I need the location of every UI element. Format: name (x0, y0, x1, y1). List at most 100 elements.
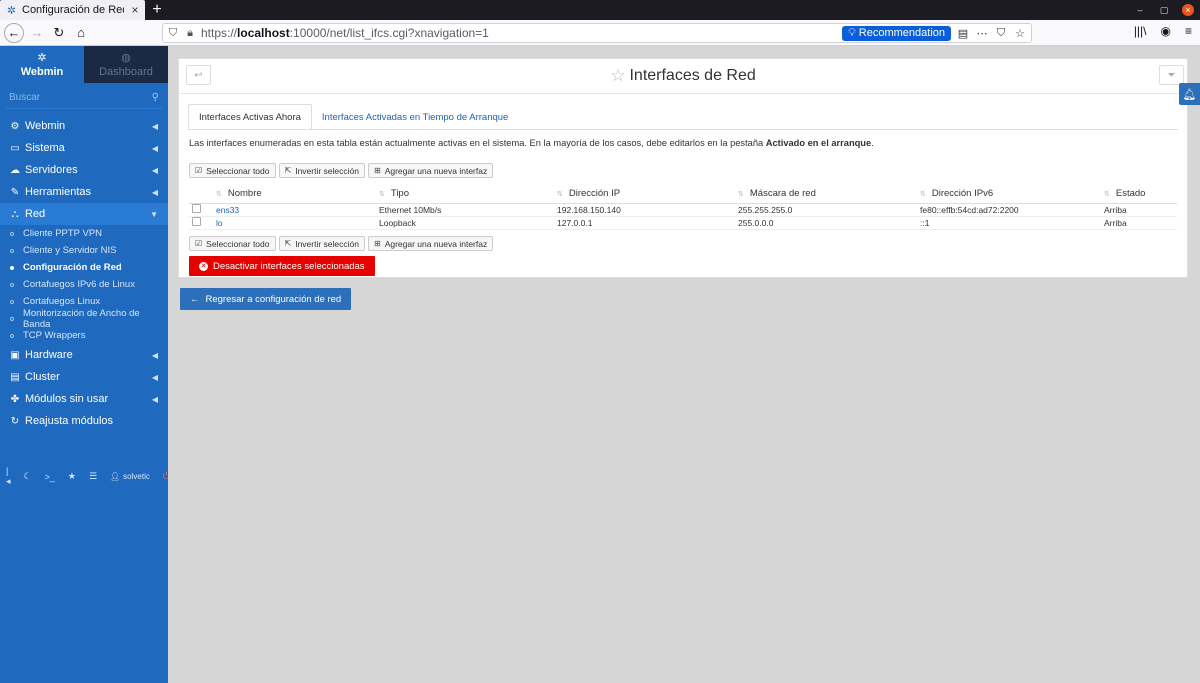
collapse-sidebar-icon[interactable]: |◂ (6, 466, 11, 487)
sidebar-subitem-firewall-ipv6[interactable]: Cortafuegos IPv6 de Linux (0, 276, 168, 293)
sort-icon: ⇅ (738, 191, 744, 199)
url-text[interactable]: https://localhost:10000/net/list_ifcs.cg… (201, 26, 837, 40)
add-interface-button[interactable]: ⊞ Agregar una nueva interfaz (367, 236, 494, 251)
forward-icon[interactable]: → (26, 22, 48, 44)
invert-selection-button[interactable]: ⇱ Invertir selección (278, 236, 365, 251)
filter-icon[interactable]: ⏷ (1159, 65, 1184, 85)
account-icon[interactable]: ◉ (1161, 24, 1171, 38)
search-input[interactable] (6, 92, 152, 103)
interface-link[interactable]: ens33 (216, 205, 239, 215)
sidebar-item-cluster[interactable]: ▤ Cluster ◀ (0, 366, 168, 388)
night-mode-icon[interactable]: ☾ (24, 471, 32, 482)
interface-link[interactable]: lo (216, 218, 223, 228)
sidebar-item-unused-modules[interactable]: ✤ Módulos sin usar ◀ (0, 388, 168, 410)
favorite-star-icon[interactable]: ☆ (610, 66, 625, 86)
bullet-icon (10, 282, 14, 287)
back-icon[interactable]: ← (4, 22, 24, 43)
user-icon: 👤︎ (110, 472, 121, 481)
shield-icon[interactable]: ⛉ (167, 27, 179, 40)
recommendation-button[interactable]: 💡︎ Recommendation (842, 25, 951, 41)
mask-cell: 255.0.0.0 (738, 216, 920, 230)
tab-dashboard[interactable]: ◍ Dashboard (84, 46, 168, 83)
state-cell: Arriba (1104, 203, 1177, 217)
add-interface-button[interactable]: ⊞ Agregar una nueva interfaz (367, 163, 494, 178)
search-icon[interactable]: ⚲ (152, 92, 162, 103)
sidebar-switcher: ✲ Webmin ◍ Dashboard (0, 46, 168, 83)
invert-selection-button[interactable]: ⇱ Invertir selección (278, 163, 365, 178)
notifications-bell-icon[interactable]: 🔔︎ (1179, 83, 1200, 105)
user-link[interactable]: 👤︎ solvetic (110, 472, 150, 481)
url-path: :10000/net/list_ifcs.cgi?xnavigation=1 (289, 26, 489, 40)
sidebar-subitem-tcp-wrappers[interactable]: TCP Wrappers (0, 327, 168, 344)
sidebar-subitem-bandwidth[interactable]: Monitorización de Ancho de Banda (0, 308, 168, 330)
column-header-estado[interactable]: ⇅ Estado (1104, 185, 1177, 204)
row-checkbox[interactable] (192, 217, 201, 226)
webmin-favicon-icon: ✲ (6, 4, 17, 17)
column-header-tipo[interactable]: ⇅ Tipo (379, 185, 557, 204)
url-bar[interactable]: ⛉ 🔒︎ https://localhost:10000/net/list_if… (162, 23, 1032, 43)
minimize-icon[interactable]: – (1134, 4, 1146, 16)
settings-sliders-icon[interactable]: ☰ (89, 471, 97, 482)
home-icon[interactable]: ⌂ (70, 22, 92, 44)
tab-active-interfaces[interactable]: Interfaces Activas Ahora (188, 104, 312, 130)
network-icon: ⛬ (11, 208, 19, 220)
sidebar-subitem-nis[interactable]: Cliente y Servidor NIS (0, 242, 168, 259)
sidebar-item-herramientas[interactable]: ✎ Herramientas ◀ (0, 181, 168, 203)
sidebar-item-servidores[interactable]: ☁ Servidores ◀ (0, 159, 168, 181)
sort-icon: ⇅ (557, 191, 563, 199)
column-header-nombre[interactable]: ⇅ Nombre (216, 185, 379, 204)
select-all-label: Seleccionar todo (206, 238, 270, 249)
sidebar-item-hardware[interactable]: ▣ Hardware ◀ (0, 344, 168, 366)
column-header-ipv6[interactable]: ⇅ Dirección IPv6 (920, 185, 1104, 204)
description-bold: Activado en el arranque (765, 138, 872, 148)
deactivate-interfaces-button[interactable]: ✕ Desactivar interfaces seleccionadas (189, 256, 375, 276)
times-circle-icon: ✕ (199, 261, 208, 271)
column-header-ip[interactable]: ⇅ Dirección IP (557, 185, 738, 204)
sidebar-item-sistema[interactable]: ▭ Sistema ◀ (0, 137, 168, 159)
reader-view-icon[interactable]: ▤ (956, 27, 970, 40)
close-window-icon[interactable]: × (1182, 4, 1194, 16)
bookmark-star-icon[interactable]: ☆ (1013, 27, 1027, 40)
close-tab-icon[interactable]: × (129, 3, 141, 17)
gear-icon: ⚙ (10, 120, 20, 132)
browser-tab[interactable]: ✲ Configuración de Red/Ir × (0, 0, 145, 20)
sidebar-subitem-pptp[interactable]: Cliente PPTP VPN (0, 225, 168, 242)
terminal-icon[interactable]: >_ (45, 472, 55, 482)
select-all-button[interactable]: ☑ Seleccionar todo (189, 236, 276, 251)
column-header-mask[interactable]: ⇅ Máscara de red (738, 185, 920, 204)
page-title: ☆ Interfaces de Red (610, 66, 756, 86)
pocket-icon[interactable]: ⛉ (994, 27, 1008, 40)
browser-navbar: ← → ↻ ⌂ ⛉ 🔒︎ https://localhost:10000/net… (0, 20, 1200, 46)
return-to-network-config-button[interactable]: ← Regresar a configuración de red (180, 288, 352, 310)
tab-boot-interfaces[interactable]: Interfaces Activadas en Tiempo de Arranq… (312, 104, 518, 130)
select-all-button[interactable]: ☑ Seleccionar todo (189, 163, 276, 178)
library-icon[interactable]: |||\ (1134, 24, 1147, 38)
sidebar-item-red[interactable]: ⛬ Red ▼ (0, 203, 168, 225)
sidebar-subitem-label: Cliente PPTP VPN (23, 228, 103, 239)
network-interfaces-panel: ↩ ☆ Interfaces de Red ⏷ Interfaces Activ… (178, 58, 1188, 278)
row-checkbox[interactable] (192, 204, 201, 213)
tab-webmin[interactable]: ✲ Webmin (0, 46, 84, 83)
ip-cell: 192.168.150.140 (557, 203, 738, 217)
plus-square-icon: ⊞ (373, 166, 381, 175)
maximize-icon[interactable]: ▢ (1158, 4, 1170, 16)
column-header-label: Dirección IPv6 (931, 188, 994, 200)
sidebar-menu: ⚙ Webmin ◀ ▭ Sistema ◀ ☁ Servidores ◀ ✎ … (0, 115, 168, 432)
sidebar-subitem-network-config[interactable]: Configuración de Red (0, 259, 168, 276)
sidebar-item-webmin[interactable]: ⚙ Webmin ◀ (0, 115, 168, 137)
reload-icon[interactable]: ↻ (48, 22, 70, 44)
new-tab-button[interactable]: + (145, 0, 169, 20)
type-cell: Ethernet 10Mb/s (379, 203, 557, 217)
sidebar-item-label: Cluster (25, 371, 60, 383)
favorites-star-icon[interactable]: ★ (68, 471, 76, 482)
tab-divider (188, 129, 1178, 130)
sort-icon: ⇅ (379, 191, 385, 199)
page-actions-icon[interactable]: ⋯ (975, 27, 989, 40)
back-arrow-icon[interactable]: ↩ (186, 65, 211, 85)
lock-icon[interactable]: 🔒︎ (184, 27, 196, 40)
lightbulb-icon: 💡︎ (848, 26, 856, 39)
bullet-icon (10, 299, 14, 304)
panel-header: ↩ ☆ Interfaces de Red ⏷ (179, 59, 1187, 94)
sidebar-item-refresh-modules[interactable]: ↻ Reajusta módulos (0, 410, 168, 432)
menu-icon[interactable]: ≡ (1185, 24, 1192, 38)
